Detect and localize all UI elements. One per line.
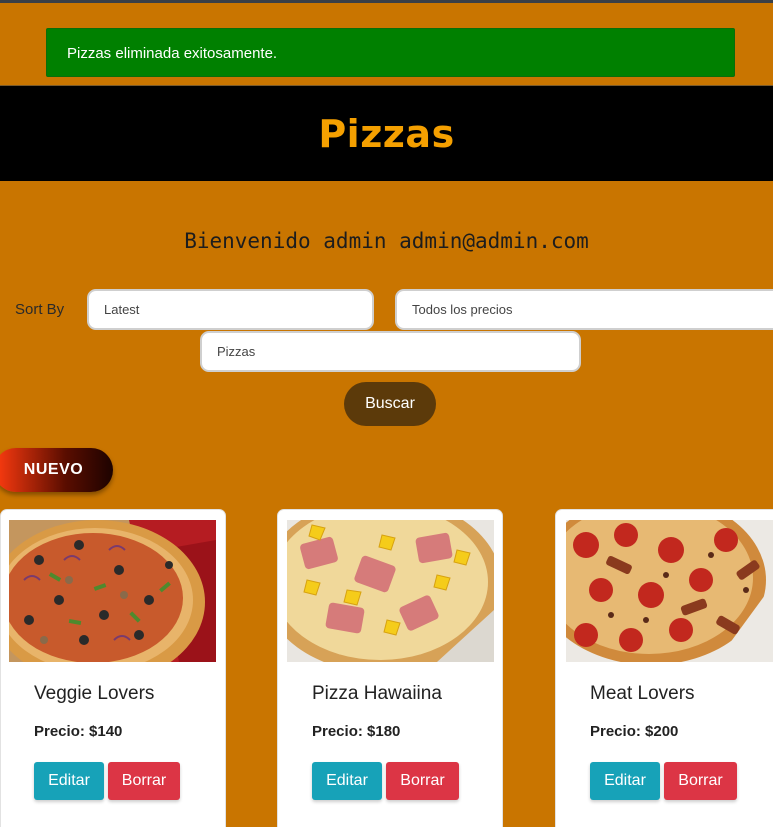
edit-button[interactable]: Editar (34, 762, 104, 800)
product-name: Pizza Hawaiina (312, 683, 442, 704)
product-price: Precio: $180 (312, 723, 401, 740)
sort-select[interactable]: Latest (87, 289, 374, 330)
page-title: Pizzas (318, 111, 455, 156)
product-price: Precio: $200 (590, 723, 679, 740)
product-card: Meat Lovers Precio: $200 Editar Borrar (555, 509, 773, 827)
window-top-border (0, 0, 773, 3)
delete-button[interactable]: Borrar (664, 762, 737, 800)
edit-button[interactable]: Editar (312, 762, 382, 800)
product-price: Precio: $140 (34, 723, 123, 740)
page-header: Pizzas (0, 85, 773, 181)
pizza-image-veggie (9, 520, 216, 662)
product-card: Pizza Hawaiina Precio: $180 Editar Borra… (277, 509, 503, 827)
sort-by-label: Sort By (15, 301, 65, 318)
search-button[interactable]: Buscar (344, 382, 436, 426)
pizza-image-hawaiian (287, 520, 494, 662)
pizza-image-meat (566, 520, 773, 662)
product-name: Veggie Lovers (34, 683, 155, 704)
category-select[interactable]: Pizzas (200, 331, 581, 372)
welcome-message: Bienvenido admin admin@admin.com (184, 229, 589, 253)
price-filter-select[interactable]: Todos los precios (395, 289, 773, 330)
edit-button[interactable]: Editar (590, 762, 660, 800)
product-card: Veggie Lovers Precio: $140 Editar Borrar (0, 509, 226, 827)
product-name: Meat Lovers (590, 683, 695, 704)
success-alert: Pizzas eliminada exitosamente. (46, 28, 735, 77)
new-pizza-button[interactable]: NUEVO (0, 448, 113, 492)
delete-button[interactable]: Borrar (386, 762, 459, 800)
delete-button[interactable]: Borrar (108, 762, 180, 800)
